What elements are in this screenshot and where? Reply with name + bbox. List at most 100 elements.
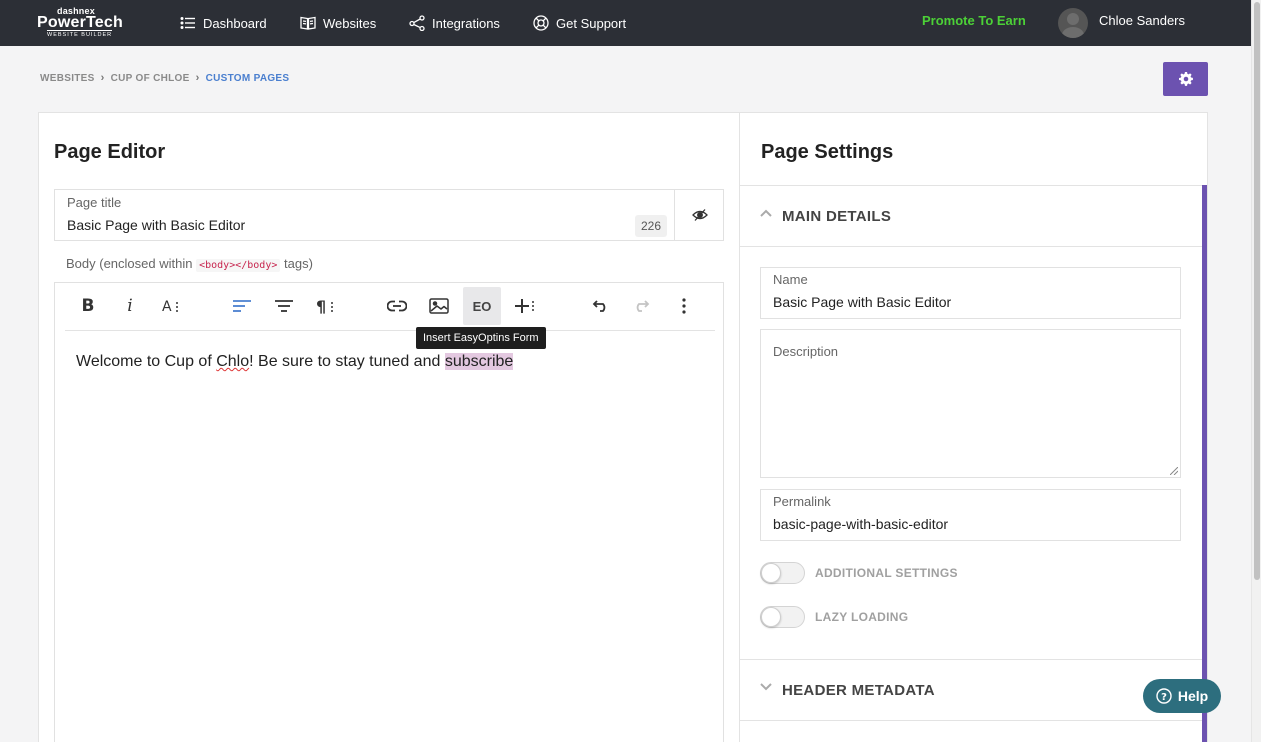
name-label: Name xyxy=(773,272,808,287)
content-text-middle: ! Be sure to stay tuned and xyxy=(249,353,445,370)
toolbar-tooltip: Insert EasyOptins Form xyxy=(416,327,546,349)
page-title-label: Page title xyxy=(67,195,122,210)
selected-text: subscribe xyxy=(444,353,514,370)
align-left-icon xyxy=(233,300,251,312)
page-settings-panel: Page Settings MAIN DETAILS Name Basic Pa… xyxy=(739,112,1208,742)
user-name[interactable]: Chloe Sanders xyxy=(1099,0,1185,42)
main-details-label: MAIN DETAILS xyxy=(782,208,892,225)
nav-websites-label: Websites xyxy=(323,15,377,31)
page-editor-title: Page Editor xyxy=(54,141,166,163)
redo-button[interactable] xyxy=(624,290,660,322)
text-size-button[interactable]: A xyxy=(154,290,190,322)
header-metadata-label: HEADER METADATA xyxy=(782,682,935,699)
italic-button[interactable]: i xyxy=(112,290,148,322)
undo-button[interactable] xyxy=(582,290,618,322)
help-label: Help xyxy=(1177,688,1209,704)
chevron-right-icon: › xyxy=(195,72,200,84)
body-label-prefix: Body (enclosed within xyxy=(66,256,193,271)
visibility-toggle-button[interactable] xyxy=(674,190,724,240)
bold-button[interactable]: B xyxy=(70,290,106,322)
lifebuoy-icon xyxy=(533,15,549,31)
resize-handle-icon[interactable] xyxy=(1170,467,1178,475)
name-input[interactable]: Basic Page with Basic Editor xyxy=(773,294,951,310)
body-label-suffix: tags) xyxy=(284,256,313,271)
permalink-input[interactable]: basic-page-with-basic-editor xyxy=(773,516,948,532)
name-field[interactable]: Name Basic Page with Basic Editor xyxy=(760,267,1181,319)
chevron-up-icon xyxy=(760,209,772,217)
redo-icon xyxy=(636,300,650,312)
font-size-icon: A xyxy=(162,299,178,314)
align-center-button[interactable] xyxy=(266,290,302,322)
nav-integrations-label: Integrations xyxy=(432,15,500,31)
nav-get-support-label: Get Support xyxy=(556,15,627,31)
svg-text:?: ? xyxy=(1161,692,1167,703)
permalink-label: Permalink xyxy=(773,494,831,509)
insert-easyoptins-form-button[interactable]: EO xyxy=(463,287,501,325)
scrollbar-thumb[interactable] xyxy=(1254,2,1260,580)
image-icon xyxy=(429,298,449,314)
brand-logo[interactable]: dashnex PowerTech WEBSITE BUILDER xyxy=(37,6,127,38)
svg-text:A: A xyxy=(162,299,172,314)
svg-text:¶: ¶ xyxy=(316,298,326,314)
settings-button[interactable] xyxy=(1163,62,1208,96)
lazy-loading-toggle[interactable] xyxy=(760,606,805,628)
editor-content[interactable]: Welcome to Cup of Chlo! Be sure to stay … xyxy=(76,353,514,371)
additional-settings-label: ADDITIONAL SETTINGS xyxy=(815,566,958,580)
insert-image-button[interactable] xyxy=(421,290,457,322)
main-details-header[interactable]: MAIN DETAILS xyxy=(740,185,1207,247)
insert-more-button[interactable] xyxy=(507,290,543,322)
align-center-icon xyxy=(275,300,293,312)
misspelled-word: Chlo xyxy=(216,353,250,370)
lazy-loading-label: LAZY LOADING xyxy=(815,610,909,624)
page-settings-title: Page Settings xyxy=(761,141,894,163)
additional-settings-row: ADDITIONAL SETTINGS xyxy=(760,562,958,584)
breadcrumb: WEBSITES › CUP OF CHLOE › CUSTOM PAGES xyxy=(40,72,289,84)
undo-icon xyxy=(592,300,606,312)
character-count-badge: 226 xyxy=(635,215,668,237)
description-label: Description xyxy=(773,344,839,359)
page-title-field[interactable]: Page title Basic Page with Basic Editor … xyxy=(54,189,724,241)
promote-to-earn-link[interactable]: Promote To Earn xyxy=(922,0,1026,46)
kebab-menu-icon xyxy=(682,298,686,314)
chevron-right-icon: › xyxy=(100,72,105,84)
list-icon xyxy=(180,17,195,29)
lazy-loading-row: LAZY LOADING xyxy=(760,606,908,628)
description-field[interactable]: Description xyxy=(760,329,1181,478)
nav-get-support[interactable]: Get Support xyxy=(533,0,626,46)
page-title-input[interactable]: Basic Page with Basic Editor xyxy=(67,217,245,233)
body-tag-code: <body></body> xyxy=(196,259,281,272)
page-editor-panel: Page Editor Page title Basic Page with B… xyxy=(38,112,740,742)
toolbar-divider xyxy=(65,330,715,331)
nav-integrations[interactable]: Integrations xyxy=(409,0,500,46)
user-avatar[interactable] xyxy=(1058,8,1088,38)
logo-sub-text: WEBSITE BUILDER xyxy=(47,30,113,38)
settings-scroll-indicator[interactable] xyxy=(1202,185,1207,742)
insert-link-button[interactable] xyxy=(379,290,415,322)
header-metadata-header[interactable]: HEADER METADATA xyxy=(740,659,1207,721)
breadcrumb-cup-of-chloe[interactable]: CUP OF CHLOE xyxy=(111,73,190,84)
nav-websites[interactable]: Websites xyxy=(300,0,376,46)
eye-slash-icon xyxy=(691,209,708,221)
rich-text-editor[interactable]: B i A ¶ EO Insert EasyOptins Form Welcom… xyxy=(54,282,724,742)
top-navbar: dashnex PowerTech WEBSITE BUILDER Dashbo… xyxy=(0,0,1251,46)
nav-dashboard[interactable]: Dashboard xyxy=(180,0,267,46)
help-button[interactable]: ? Help xyxy=(1143,679,1221,713)
paragraph-format-button[interactable]: ¶ xyxy=(308,290,344,322)
permalink-field[interactable]: Permalink basic-page-with-basic-editor xyxy=(760,489,1181,541)
paragraph-icon: ¶ xyxy=(316,298,333,314)
nav-dashboard-label: Dashboard xyxy=(203,15,267,31)
align-left-button[interactable] xyxy=(224,290,260,322)
breadcrumb-custom-pages[interactable]: CUSTOM PAGES xyxy=(206,73,290,84)
chevron-down-icon xyxy=(760,683,772,691)
body-label: Body (enclosed within <body></body> tags… xyxy=(66,256,313,272)
book-icon xyxy=(300,16,316,30)
link-icon xyxy=(387,300,407,312)
more-options-button[interactable] xyxy=(666,290,702,322)
question-circle-icon: ? xyxy=(1156,688,1172,704)
gear-icon xyxy=(1178,72,1193,86)
breadcrumb-websites[interactable]: WEBSITES xyxy=(40,73,95,84)
additional-settings-toggle[interactable] xyxy=(760,562,805,584)
share-icon xyxy=(409,15,425,31)
plus-more-icon xyxy=(515,299,534,313)
page-scrollbar[interactable] xyxy=(1251,0,1261,742)
